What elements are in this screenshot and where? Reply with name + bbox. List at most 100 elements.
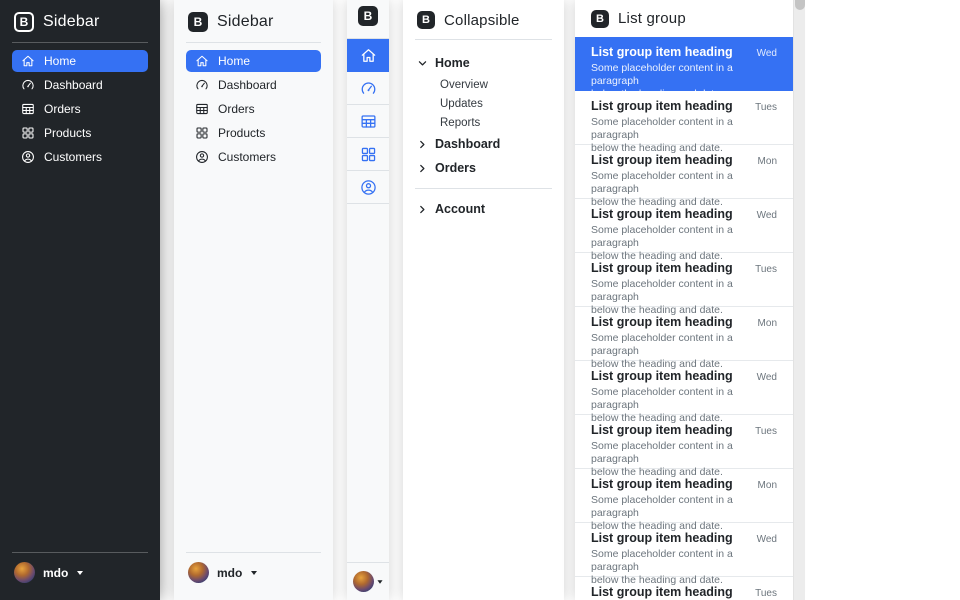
house-icon (360, 47, 377, 64)
list-item-heading: List group item heading (591, 531, 733, 545)
divider (415, 39, 552, 40)
list-item-date: Tues (755, 102, 777, 113)
chevron-right-icon (417, 139, 428, 150)
list-item-header-row: List group item headingTues (591, 99, 777, 113)
light-sidebar-brand[interactable]: B Sidebar (186, 11, 321, 32)
list-item-body-line: Some placeholder content in a paragraph (591, 62, 777, 88)
scrollbar[interactable] (793, 0, 805, 600)
user-menu-icons[interactable] (347, 569, 389, 600)
avatar (14, 562, 35, 583)
speedometer-icon (195, 78, 209, 92)
list-item-body-line: Some placeholder content in a paragraph (591, 224, 777, 250)
collapsible-group-label: Orders (435, 161, 476, 175)
divider (186, 552, 321, 553)
nav-item-products[interactable]: Products (12, 122, 148, 144)
nav-item-orders[interactable]: Orders (12, 98, 148, 120)
list-item-date: Mon (758, 156, 777, 167)
collapsible-group-dashboard[interactable]: Dashboard (415, 132, 552, 156)
dark-sidebar-nav: Home DashboardOrdersProducts Customers (12, 50, 148, 168)
collapsible-link-reports[interactable]: Reports (415, 113, 552, 132)
collapsible-group-label: Dashboard (435, 137, 500, 151)
person-circle-icon (195, 150, 209, 164)
spacer (186, 168, 321, 542)
list-item-header-row: List group item headingMon (591, 477, 777, 491)
nav-item-label: Products (218, 126, 265, 140)
list-item-heading: List group item heading (591, 315, 733, 329)
nav-item-label: Customers (218, 150, 276, 164)
bootstrap-logo[interactable]: B (358, 6, 378, 26)
nav-item-orders[interactable]: Orders (186, 98, 321, 120)
list-item-date: Mon (758, 318, 777, 329)
divider (186, 42, 321, 43)
nav-item-customers[interactable]: Customers (12, 146, 148, 168)
dark-sidebar: B Sidebar Home DashboardOrdersProducts Cus… (0, 0, 160, 600)
divider (415, 188, 552, 189)
person-circle-icon (360, 179, 377, 196)
dark-sidebar-brand[interactable]: B Sidebar (12, 11, 148, 32)
collapsible-link-overview[interactable]: Overview (415, 75, 552, 94)
list-item-body-line: Some placeholder content in a paragraph (591, 116, 777, 142)
list-group-item[interactable]: List group item headingMonSome placehold… (575, 145, 793, 199)
list-group-brand[interactable]: B List group (575, 0, 793, 37)
nav-item-label: Home (44, 54, 76, 68)
list-group-item[interactable]: List group item headingWedSome placehold… (575, 199, 793, 253)
nav-item-label: Customers (44, 150, 102, 164)
grid-icon (21, 126, 35, 140)
list-item-date: Wed (757, 48, 777, 59)
list-item-heading: List group item heading (591, 207, 733, 221)
list-group-title: List group (618, 10, 686, 27)
nav-item-dashboard[interactable]: Dashboard (12, 74, 148, 96)
nav-item-home[interactable]: Home (186, 50, 321, 72)
list-item-date: Wed (757, 372, 777, 383)
icon-tab-customers[interactable] (347, 171, 389, 204)
collapsible-sidebar: B Collapsible HomeOverviewUpdatesReports… (403, 0, 564, 600)
icon-tab-home[interactable] (347, 39, 389, 72)
icon-tab-orders[interactable] (347, 105, 389, 138)
list-group-panel: B List group List group item heading Wed S… (575, 0, 793, 600)
list-group-item[interactable]: List group item headingTuesSome placehol… (575, 577, 793, 600)
nav-item-label: Dashboard (218, 78, 277, 92)
caret-down-icon (377, 580, 382, 583)
avatar (353, 571, 374, 592)
spacer (12, 168, 148, 542)
list-group-item[interactable]: List group item headingWedSome placehold… (575, 523, 793, 577)
collapsible-brand[interactable]: B Collapsible (415, 10, 552, 29)
grid-icon (360, 146, 377, 163)
list-item-date: Wed (757, 534, 777, 545)
nav-item-products[interactable]: Products (186, 122, 321, 144)
icon-tab-dashboard[interactable] (347, 72, 389, 105)
list-item-body-line: Some placeholder content in a paragraph (591, 440, 777, 466)
scrollbar-thumb[interactable] (795, 0, 805, 10)
list-item-date: Tues (755, 426, 777, 437)
list-item-header-row: List group item heading Mon (591, 153, 777, 167)
list-item-heading: List group item heading (591, 369, 733, 383)
list-item-header-row: List group item headingTues (591, 423, 777, 437)
table-icon (21, 102, 35, 116)
list-group-item[interactable]: List group item headingWedSome placehold… (575, 361, 793, 415)
caret-down-icon (77, 571, 83, 575)
collapsible-group-account[interactable]: Account (415, 197, 552, 221)
list-group-item[interactable]: List group item headingMonSome placehold… (575, 469, 793, 523)
icon-tab-products[interactable] (347, 138, 389, 171)
collapsible-link-updates[interactable]: Updates (415, 94, 552, 113)
table-icon (360, 113, 377, 130)
list-group: List group item heading Wed Some placehold… (575, 37, 793, 600)
nav-item-dashboard[interactable]: Dashboard (186, 74, 321, 96)
collapsible-title: Collapsible (444, 12, 520, 29)
user-menu-dark[interactable]: mdo (12, 560, 148, 589)
list-group-item[interactable]: List group item headingTuesSome placehol… (575, 253, 793, 307)
nav-item-customers[interactable]: Customers (186, 146, 321, 168)
list-group-item[interactable]: List group item headingTues Some placehol… (575, 415, 793, 469)
user-menu-light[interactable]: mdo (186, 560, 321, 589)
dark-sidebar-title: Sidebar (43, 13, 100, 31)
collapsible-group-home[interactable]: Home (415, 51, 552, 75)
bootstrap-logo: B (14, 12, 34, 32)
list-item-heading: List group item heading (591, 477, 733, 491)
list-item-heading: List group item heading (591, 153, 733, 167)
list-group-item[interactable]: List group item headingWedSome placehold… (575, 37, 793, 91)
nav-item-home[interactable]: Home (12, 50, 148, 72)
list-group-item[interactable]: List group item headingTues Some placehol… (575, 91, 793, 145)
house-icon (195, 54, 209, 68)
collapsible-group-orders[interactable]: Orders (415, 156, 552, 180)
list-group-item[interactable]: List group item headingMonSome placehold… (575, 307, 793, 361)
